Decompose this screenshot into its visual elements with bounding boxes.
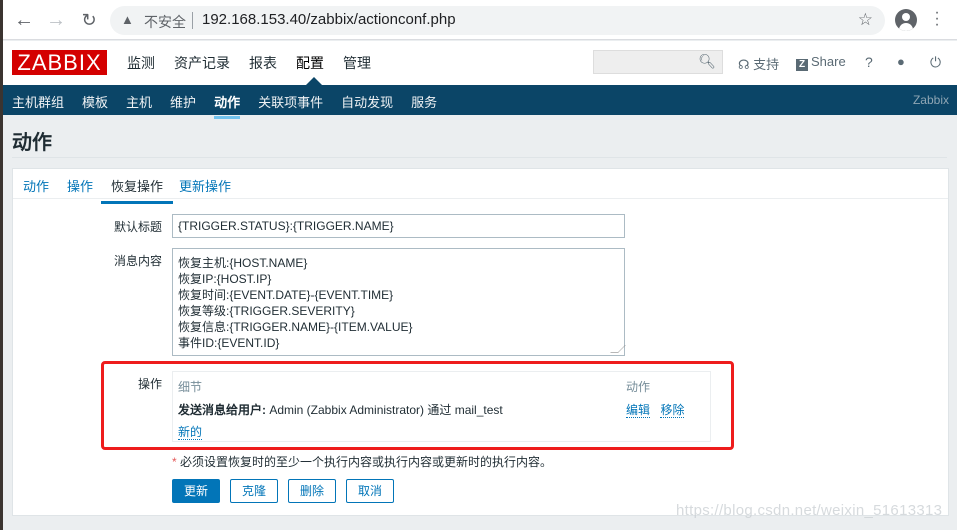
back-icon[interactable]: ← — [13, 9, 35, 31]
tab-update-operations[interactable]: 更新操作 — [179, 176, 231, 195]
subject-label: 默认标题 — [113, 220, 162, 234]
submenu-correlation[interactable]: 关联项事件 — [258, 92, 323, 111]
submenu-host-groups[interactable]: 主机群组 — [12, 92, 64, 111]
delete-button[interactable]: 删除 — [288, 479, 337, 503]
reload-icon[interactable]: ↻ — [78, 9, 100, 31]
active-menu-caret — [306, 77, 322, 85]
forward-icon[interactable]: → — [45, 9, 67, 31]
support-link[interactable]: ☊ 支持 — [738, 54, 779, 73]
address-bar[interactable]: ▲ 不安全 192.168.153.40/zabbix/actionconf.p… — [110, 6, 885, 35]
message-line: 事件ID:{EVENT.ID} — [178, 336, 280, 350]
main-menu-inventory[interactable]: 资产记录 — [174, 53, 230, 73]
url-text[interactable]: 192.168.153.40/zabbix/actionconf.php — [202, 11, 456, 28]
profile-avatar-icon[interactable] — [895, 9, 917, 31]
submenu-templates[interactable]: 模板 — [82, 92, 108, 111]
share-label: Share — [811, 54, 846, 69]
watermark: https://blog.csdn.net/weixin_51613313 — [676, 502, 943, 519]
search-icon[interactable]: 🔍︎ — [698, 53, 716, 70]
message-line: 恢复IP:{HOST.IP} — [178, 272, 272, 286]
browser-toolbar: ← → ↻ ▲ 不安全 192.168.153.40/zabbix/action… — [0, 0, 957, 40]
user-profile-icon[interactable]: ● — [897, 54, 905, 69]
security-label[interactable]: 不安全 — [144, 12, 186, 32]
requirement-note: * 必须设置恢复时的至少一个执行内容或执行内容或更新时的执行内容。 — [172, 453, 552, 470]
page-title: 动作 — [12, 132, 52, 154]
note-text: 必须设置恢复时的至少一个执行内容或执行内容或更新时的执行内容。 — [176, 455, 553, 469]
tab-operations[interactable]: 操作 — [67, 176, 93, 195]
highlight-annotation-box — [101, 361, 734, 450]
update-button[interactable]: 更新 — [172, 479, 221, 503]
main-menu-configuration[interactable]: 配置 — [296, 53, 324, 73]
submenu-discovery[interactable]: 自动发现 — [341, 92, 393, 111]
main-menu-monitoring[interactable]: 监测 — [127, 53, 155, 73]
zabbix-logo[interactable]: ZABBIX — [12, 50, 107, 75]
zabbix-header: ZABBIX 监测 资产记录 报表 配置 管理 🔍︎ ☊ 支持 Z Share ?… — [0, 41, 957, 85]
clone-button[interactable]: 克隆 — [230, 479, 279, 503]
main-menu: 监测 资产记录 报表 配置 管理 — [127, 53, 390, 73]
message-textarea[interactable]: 恢复主机:{HOST.NAME} 恢复IP:{HOST.IP} 恢复时间:{EV… — [172, 248, 626, 356]
message-line: 恢复时间:{EVENT.DATE}-{EVENT.TIME} — [178, 288, 394, 302]
title-divider — [12, 157, 947, 158]
browser-menu-icon[interactable]: · · · — [930, 5, 944, 33]
search-input[interactable]: 🔍︎ — [593, 50, 723, 74]
submenu-maintenance[interactable]: 维护 — [170, 92, 196, 111]
help-icon[interactable]: ? — [865, 54, 873, 70]
message-line: 恢复等级:{TRIGGER.SEVERITY} — [178, 304, 355, 318]
bookmark-star-icon[interactable]: ☆ — [858, 10, 873, 30]
submenu-actions[interactable]: 动作 — [214, 92, 241, 119]
tab-recovery-operations[interactable]: 恢复操作 — [100, 176, 174, 204]
main-menu-administration[interactable]: 管理 — [343, 53, 371, 73]
logout-icon[interactable]: ⏻ — [930, 54, 941, 71]
support-label: 支持 — [753, 57, 780, 72]
cancel-button[interactable]: 取消 — [346, 479, 395, 503]
submenu-hosts[interactable]: 主机 — [126, 92, 152, 111]
message-line: 恢复主机:{HOST.NAME} — [178, 256, 308, 270]
form-buttons: 更新 克隆 删除 取消 — [172, 479, 395, 503]
sub-menu: 主机群组 模板 主机 维护 动作 关联项事件 自动发现 服务 Zabbix — [0, 85, 957, 119]
message-label: 消息内容 — [113, 254, 162, 268]
warning-icon[interactable]: ▲ — [121, 12, 134, 27]
share-z-icon: Z — [796, 59, 808, 71]
action-form-panel: 动作 操作 恢复操作 更新操作 默认标题 {TRIGGER.STATUS}:{T… — [12, 168, 949, 516]
headset-icon: ☊ — [738, 57, 750, 72]
server-name: Zabbix — [912, 93, 949, 107]
main-menu-reports[interactable]: 报表 — [249, 53, 277, 73]
tab-action[interactable]: 动作 — [23, 176, 49, 195]
submenu-services[interactable]: 服务 — [411, 92, 437, 111]
divider — [192, 12, 193, 29]
subject-input[interactable]: {TRIGGER.STATUS}:{TRIGGER.NAME} — [172, 214, 625, 238]
window-frame-edge — [0, 0, 3, 530]
message-line: 恢复信息:{TRIGGER.NAME}-{ITEM.VALUE} — [178, 320, 413, 334]
form-tabs: 动作 操作 恢复操作 更新操作 — [13, 169, 948, 204]
share-link[interactable]: Z Share — [796, 54, 846, 71]
